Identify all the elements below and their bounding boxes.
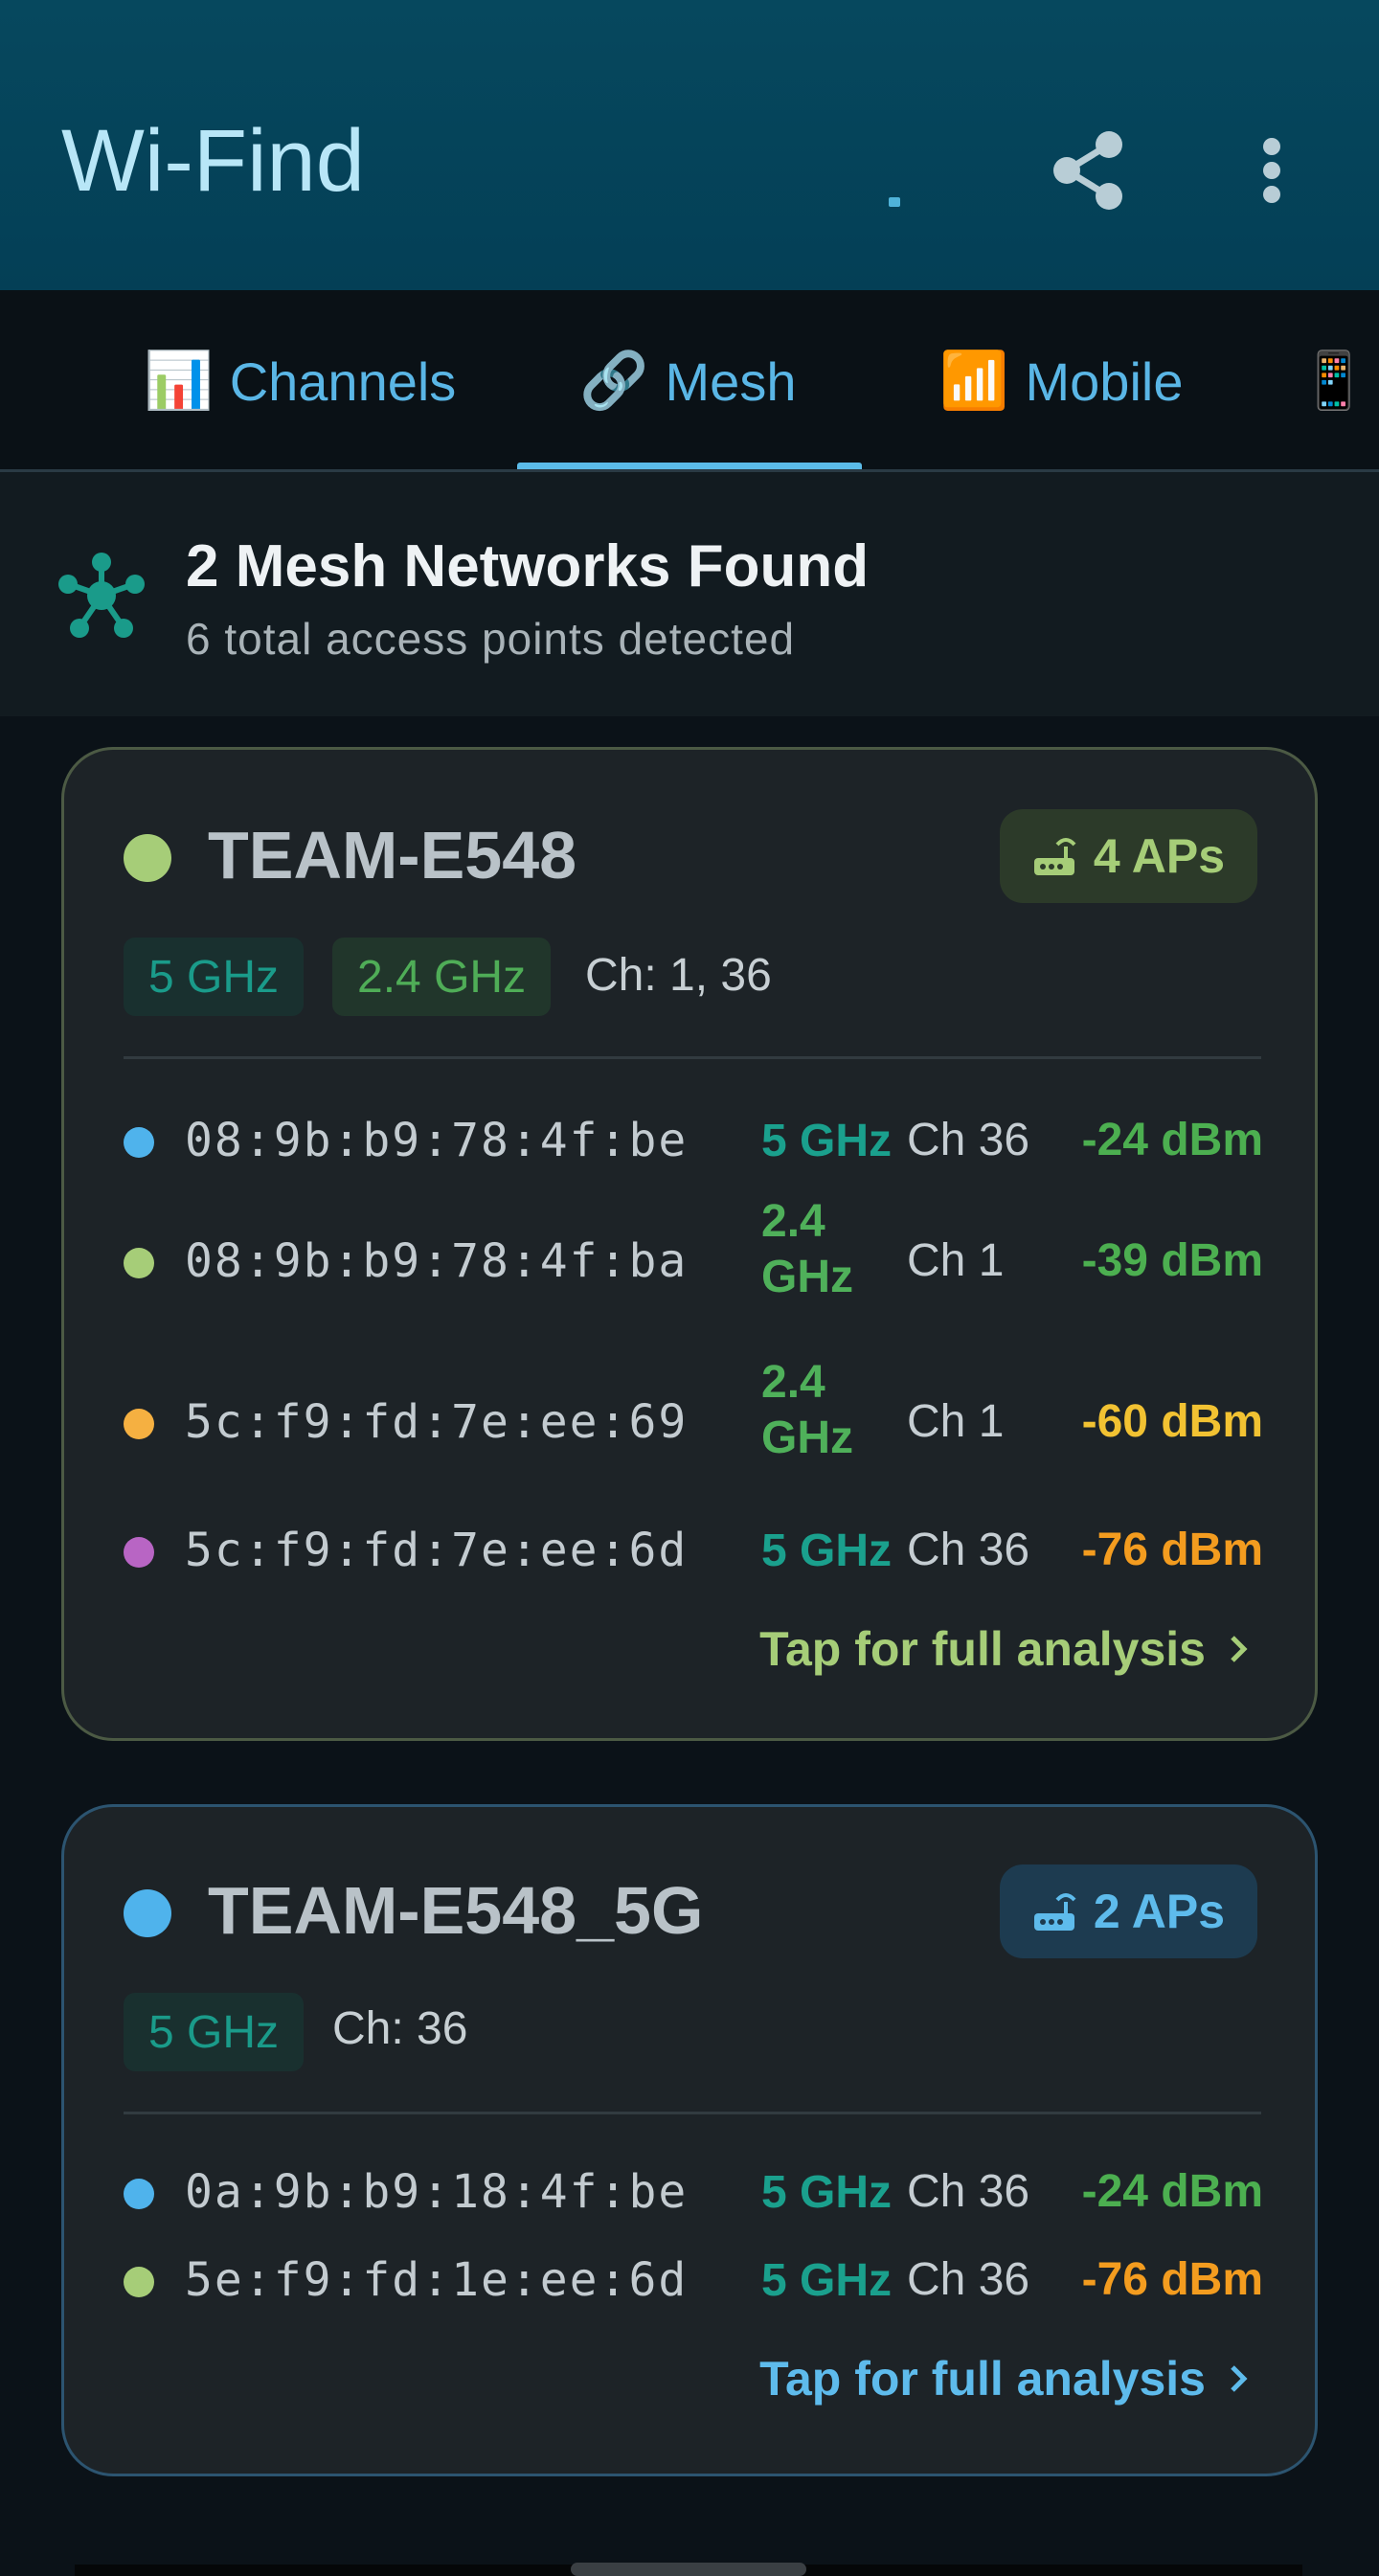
link-icon: 🔗 (579, 350, 649, 412)
ap-band: 5 GHz (761, 2167, 893, 2218)
ap-count: 2 APs (1093, 1885, 1225, 1938)
mac-address: 08:9b:b9:78:4f:be (185, 1114, 689, 1167)
network-name: TEAM-E548 (208, 818, 577, 893)
tab-device[interactable]: 📱 (1299, 290, 1379, 469)
ap-signal: -24 dBm (1081, 1115, 1263, 1165)
full-analysis-label: Tap for full analysis (759, 2352, 1206, 2406)
mesh-network-card[interactable]: TEAM-E548 4 APs 5 GHz 2.4 GHz Ch: 1, 36 … (61, 747, 1318, 1741)
app-title: Wi-Find (61, 112, 365, 210)
ap-count: 4 APs (1093, 829, 1225, 883)
ap-signal: -24 dBm (1081, 2166, 1263, 2217)
network-status-dot (124, 1889, 171, 1937)
mac-address: 08:9b:b9:78:4f:ba (185, 1234, 689, 1288)
mac-address: 5c:f9:fd:7e:ee:6d (185, 1524, 689, 1577)
mac-address: 5e:f9:fd:1e:ee:6d (185, 2253, 689, 2307)
full-analysis-link[interactable]: Tap for full analysis (759, 2351, 1250, 2407)
share-icon[interactable] (1040, 123, 1136, 218)
ap-dot (124, 1537, 154, 1568)
ap-band: 2.4 GHz (761, 1357, 853, 1463)
ap-channel: Ch 36 (907, 2254, 1030, 2305)
full-analysis-label: Tap for full analysis (759, 1622, 1206, 1676)
network-name: TEAM-E548_5G (208, 1873, 704, 1948)
band-chip-24ghz: 2.4 GHz (332, 938, 552, 1016)
ap-band: 2.4 GHz (761, 1196, 853, 1302)
summary-subtitle: 6 total access points detected (186, 614, 796, 664)
ap-dot (124, 1409, 154, 1439)
access-point-row: 0a:9b:b9:18:4f:be 5 GHz Ch 36 -24 dBm (64, 2158, 1321, 2238)
more-vert-icon[interactable] (1224, 123, 1320, 218)
full-analysis-link[interactable]: Tap for full analysis (759, 1621, 1250, 1677)
mac-address: 5c:f9:fd:7e:ee:69 (185, 1395, 689, 1449)
ap-band: 5 GHz (761, 1116, 893, 1166)
router-icon (1033, 1893, 1076, 1931)
phone-icon: 📱 (1299, 350, 1369, 412)
chevron-right-icon (1231, 1636, 1248, 1662)
access-point-row: 5e:f9:fd:1e:ee:6d 5 GHz Ch 36 -76 dBm (64, 2246, 1321, 2326)
app-bar: Wi-Find (0, 0, 1379, 290)
ap-signal: -76 dBm (1081, 1525, 1263, 1575)
home-indicator[interactable] (571, 2563, 806, 2576)
tab-mesh[interactable]: 🔗 Mesh (517, 290, 862, 469)
ap-count-badge: 4 APs (999, 809, 1257, 903)
ap-signal: -60 dBm (1081, 1396, 1263, 1447)
ap-dot (124, 2179, 154, 2209)
ap-band: 5 GHz (761, 1525, 893, 1576)
bar-chart-icon: 📊 (144, 350, 214, 412)
mesh-network-icon (57, 552, 146, 644)
band-chip-5ghz: 5 GHz (124, 1993, 305, 2071)
divider (124, 2112, 1261, 2114)
access-point-row: 5c:f9:fd:7e:ee:6d 5 GHz Ch 36 -76 dBm (64, 1516, 1321, 1596)
channel-summary: Ch: 36 (332, 2003, 468, 2054)
access-point-row: 08:9b:b9:78:4f:ba 2.4 GHz Ch 1 -39 dBm (64, 1192, 1321, 1336)
ap-dot (124, 1248, 154, 1278)
loading-indicator-dot (889, 197, 900, 207)
divider (124, 1056, 1261, 1059)
tab-bar: 📊 Channels 🔗 Mesh 📶 Mobile 📱 (0, 290, 1379, 472)
ap-band: 5 GHz (761, 2255, 893, 2306)
summary-title: 2 Mesh Networks Found (186, 533, 870, 599)
ap-channel: Ch 36 (907, 1525, 1030, 1575)
ap-channel: Ch 36 (907, 2166, 1030, 2217)
chevron-right-icon (1231, 2365, 1248, 2392)
mac-address: 0a:9b:b9:18:4f:be (185, 2165, 689, 2219)
selected-tab-indicator (517, 463, 862, 469)
ap-dot (124, 2267, 154, 2297)
tab-label: Channels (229, 350, 457, 412)
tab-mobile[interactable]: 📶 Mobile (919, 290, 1207, 469)
access-point-row: 5c:f9:fd:7e:ee:69 2.4 GHz Ch 1 -60 dBm (64, 1353, 1321, 1497)
channel-summary: Ch: 1, 36 (585, 950, 772, 1001)
router-icon (1033, 838, 1076, 875)
ap-dot (124, 1127, 154, 1158)
ap-channel: Ch 36 (907, 1115, 1030, 1165)
signal-bars-icon: 📶 (939, 350, 1009, 412)
ap-channel: Ch 1 (907, 1235, 1005, 1286)
band-chip-5ghz: 5 GHz (124, 938, 305, 1016)
tab-label: Mesh (665, 350, 797, 412)
ap-count-badge: 2 APs (999, 1864, 1257, 1958)
network-status-dot (124, 834, 171, 882)
tab-channels[interactable]: 📊 Channels (134, 290, 469, 469)
ap-signal: -39 dBm (1081, 1235, 1263, 1286)
ap-channel: Ch 1 (907, 1396, 1005, 1447)
mesh-network-card[interactable]: TEAM-E548_5G 2 APs 5 GHz Ch: 36 0a:9b:b9… (61, 1804, 1318, 2476)
tab-label: Mobile (1025, 350, 1184, 412)
ap-signal: -76 dBm (1081, 2254, 1263, 2305)
access-point-row: 08:9b:b9:78:4f:be 5 GHz Ch 36 -24 dBm (64, 1104, 1321, 1185)
